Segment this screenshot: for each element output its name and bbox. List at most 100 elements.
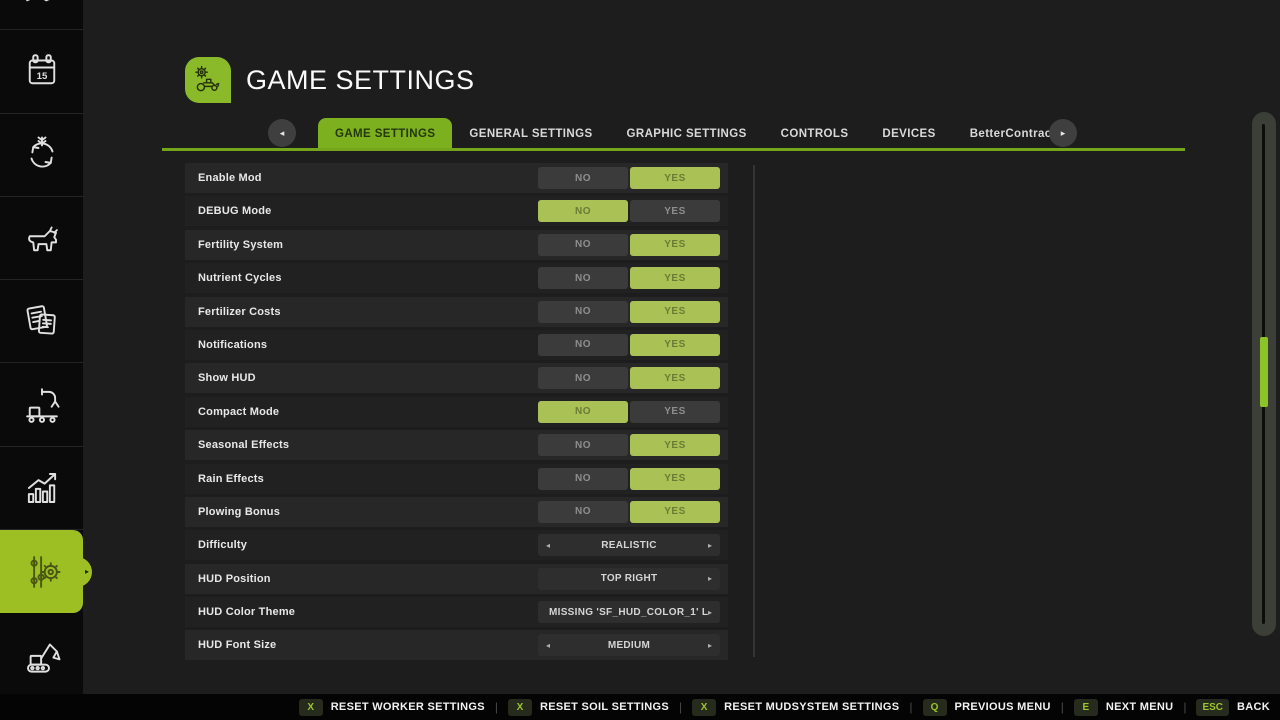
toggle-show-hud: NOYES — [538, 367, 720, 389]
no-button-nutrient-cycles[interactable]: NO — [538, 267, 628, 289]
key-badge: Q — [923, 699, 947, 716]
game-settings-screen: 15▸ GAME SETTINGS ◂ GAME SETTINGSGENERAL… — [0, 0, 1280, 720]
selector-right-arrow[interactable]: ▸ — [702, 601, 718, 623]
tab-controls[interactable]: CONTROLS — [764, 118, 866, 151]
sidebar-item-settings[interactable]: ▸ — [0, 530, 83, 613]
key-badge: X — [299, 699, 323, 716]
setting-label: HUD Position — [198, 573, 271, 585]
sidebar-item-contracts[interactable] — [0, 280, 83, 363]
yes-button-plowing-bonus[interactable]: YES — [630, 501, 720, 523]
yes-button-fertilizer-costs[interactable]: YES — [630, 301, 720, 323]
selector-hud-position[interactable]: TOP RIGHT▸ — [538, 568, 720, 590]
yes-button-show-hud[interactable]: YES — [630, 367, 720, 389]
yes-button-seasonal-effects[interactable]: YES — [630, 434, 720, 456]
footer-action-label: RESET SOIL SETTINGS — [540, 701, 669, 713]
footer-separator: | — [1183, 700, 1186, 714]
no-button-fertilizer-costs[interactable]: NO — [538, 301, 628, 323]
setting-row-difficulty: Difficulty◂REALISTIC▸ — [185, 530, 728, 560]
sidebar-item-crop-rotation[interactable] — [0, 114, 83, 197]
map-icon — [21, 0, 63, 9]
no-button-plowing-bonus[interactable]: NO — [538, 501, 628, 523]
tab-devices[interactable]: DEVICES — [865, 118, 952, 151]
setting-row-rain-effects: Rain Effects NOYES — [185, 464, 728, 494]
no-button-rain-effects[interactable]: NO — [538, 468, 628, 490]
selector-right-arrow[interactable]: ▸ — [702, 568, 718, 590]
setting-label: Notifications — [198, 339, 267, 351]
setting-row-hud-color-theme: HUD Color Theme MISSING 'SF_HUD_COLOR_1' … — [185, 597, 728, 627]
footer-action-previous-menu[interactable]: Q PREVIOUS MENU — [923, 699, 1051, 716]
sidebar-item-production[interactable] — [0, 363, 83, 446]
page-scrollbar-thumb[interactable] — [1260, 337, 1268, 407]
selector-difficulty[interactable]: ◂ REALISTIC ▸ — [538, 534, 720, 556]
selector-right-arrow[interactable]: ▸ — [702, 634, 718, 656]
footer-separator: | — [679, 700, 682, 714]
yes-button-rain-effects[interactable]: YES — [630, 468, 720, 490]
footer-action-reset-mudsystem-settings[interactable]: XRESET MUDSYSTEM SETTINGS — [692, 699, 899, 716]
statistics-icon — [21, 467, 63, 509]
toggle-rain-effects: NOYES — [538, 468, 720, 490]
tab-graphic-settings[interactable]: GRAPHIC SETTINGS — [610, 118, 764, 151]
yes-button-enable-mod[interactable]: YES — [630, 167, 720, 189]
sidebar-item-map[interactable] — [0, 0, 83, 30]
toggle-enable-mod: NOYES — [538, 167, 720, 189]
settings-sliders-icon — [21, 551, 63, 593]
setting-label: Nutrient Cycles — [198, 272, 282, 284]
tab-game-settings[interactable]: GAME SETTINGS — [318, 118, 452, 151]
no-button-show-hud[interactable]: NO — [538, 367, 628, 389]
no-button-debug-mode[interactable]: NO — [538, 200, 628, 222]
footer-action-reset-soil-settings[interactable]: X RESET SOIL SETTINGS — [508, 699, 669, 716]
setting-label: HUD Font Size — [198, 639, 276, 651]
tabs-prev-arrow-button[interactable]: ◂ — [268, 119, 296, 147]
sidebar-item-construction[interactable] — [0, 613, 83, 696]
no-button-seasonal-effects[interactable]: NO — [538, 434, 628, 456]
crop-rotation-icon — [21, 134, 63, 176]
yes-button-debug-mode[interactable]: YES — [630, 200, 720, 222]
panel-scrollbar-track[interactable] — [753, 165, 755, 657]
footer-separator: | — [909, 700, 912, 714]
key-badge: E — [1074, 699, 1098, 716]
no-button-fertility-system[interactable]: NO — [538, 234, 628, 256]
yes-button-notifications[interactable]: YES — [630, 334, 720, 356]
page-header: GAME SETTINGS — [185, 57, 475, 103]
toggle-nutrient-cycles: NOYES — [538, 267, 720, 289]
setting-row-fertility-system: Fertility SystemNOYES — [185, 230, 728, 260]
footer-action-reset-worker-settings[interactable]: X RESET WORKER SETTINGS — [299, 699, 485, 716]
footer-separator: | — [495, 700, 498, 714]
yes-button-nutrient-cycles[interactable]: YES — [630, 267, 720, 289]
key-badge: X — [508, 699, 532, 716]
selector-hud-color-theme[interactable]: MISSING 'SF_HUD_COLOR_1' L..▸ — [538, 601, 720, 623]
yes-button-compact-mode[interactable]: YES — [630, 401, 720, 423]
footer-action-back[interactable]: ESCBACK — [1196, 699, 1270, 716]
yes-button-fertility-system[interactable]: YES — [630, 234, 720, 256]
selector-hud-font-size[interactable]: ◂MEDIUM▸ — [538, 634, 720, 656]
tab-general-settings[interactable]: GENERAL SETTINGS — [452, 118, 609, 151]
sidebar-item-animals[interactable] — [0, 197, 83, 280]
contracts-icon — [21, 300, 63, 342]
tabs-next-arrow-button[interactable]: ▸ — [1049, 119, 1077, 147]
footer-action-label: RESET WORKER SETTINGS — [331, 701, 485, 713]
setting-label: Seasonal Effects — [198, 439, 289, 451]
footer-separator: | — [1061, 700, 1064, 714]
setting-row-seasonal-effects: Seasonal Effects NOYES — [185, 430, 728, 460]
key-badge: ESC — [1196, 699, 1229, 716]
sidebar-item-statistics[interactable] — [0, 447, 83, 530]
setting-row-notifications: Notifications NOYES — [185, 330, 728, 360]
footer-action-next-menu[interactable]: ENEXT MENU — [1074, 699, 1173, 716]
selector-value: REALISTIC — [601, 540, 656, 551]
calendar-icon: 15 — [21, 50, 63, 92]
footer-action-label: PREVIOUS MENU — [955, 701, 1051, 713]
no-button-enable-mod[interactable]: NO — [538, 167, 628, 189]
selector-left-arrow[interactable]: ◂ — [540, 534, 556, 556]
no-button-compact-mode[interactable]: NO — [538, 401, 628, 423]
setting-row-plowing-bonus: Plowing BonusNOYES — [185, 497, 728, 527]
setting-label: Rain Effects — [198, 473, 264, 485]
animals-icon — [21, 217, 63, 259]
sidebar-item-calendar[interactable]: 15 — [0, 30, 83, 113]
setting-label: Enable Mod — [198, 172, 262, 184]
selector-left-arrow[interactable]: ◂ — [540, 634, 556, 656]
selector-value: MISSING 'SF_HUD_COLOR_1' L.. — [549, 607, 709, 618]
setting-label: HUD Color Theme — [198, 606, 295, 618]
settings-panel: Enable ModNOYESDEBUG ModeNOYESFertility … — [185, 163, 728, 664]
selector-right-arrow[interactable]: ▸ — [702, 534, 718, 556]
no-button-notifications[interactable]: NO — [538, 334, 628, 356]
